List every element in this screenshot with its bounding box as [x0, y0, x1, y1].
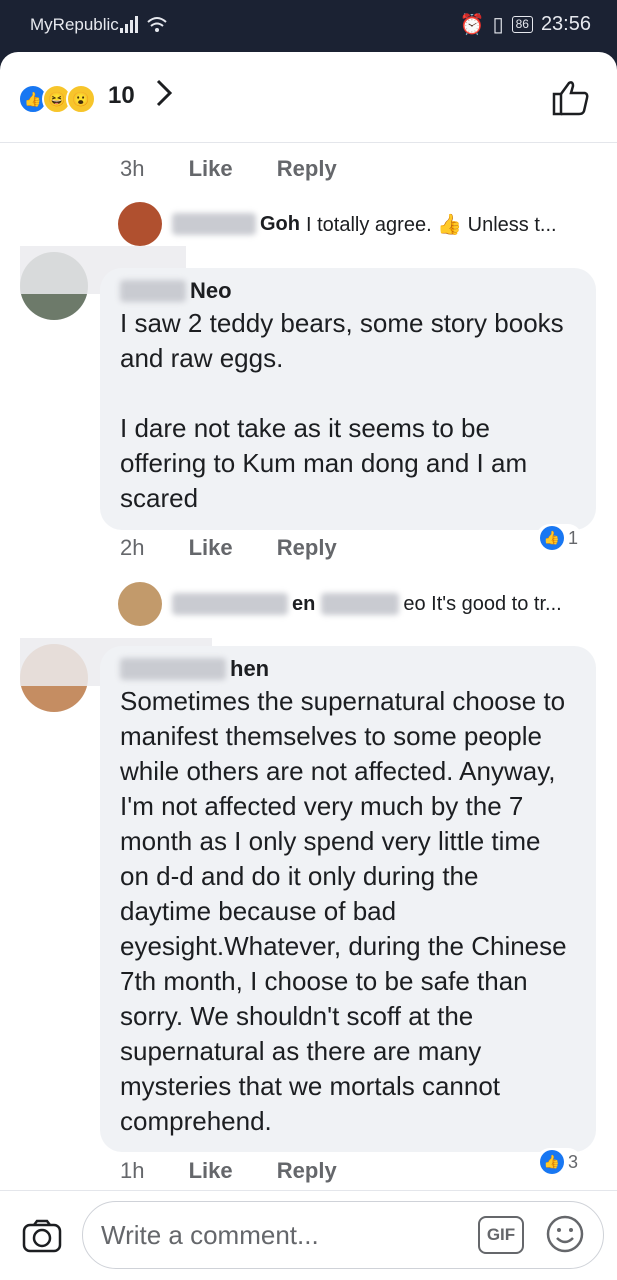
reply-snippet: eo It's good to tr...	[403, 592, 562, 615]
avatar	[118, 582, 162, 626]
reply-preview[interactable]: Goh I totally agree. 👍 Unless t...	[118, 202, 557, 246]
comment-bubble[interactable]: hen Sometimes the supernatural choose to…	[100, 646, 596, 1152]
redacted-name	[321, 593, 400, 615]
gif-button[interactable]: GIF	[478, 1216, 524, 1254]
comment-text: I saw 2 teddy bears, some story books an…	[120, 308, 564, 513]
reactions-header[interactable]: 👍 😆 😮 10	[0, 52, 617, 143]
comment-meta: 2h Like Reply	[120, 535, 375, 561]
comment-bubble[interactable]: Neo I saw 2 teddy bears, some story book…	[100, 268, 596, 530]
signal-wifi-icon	[120, 12, 170, 41]
emoji-icon[interactable]	[545, 1214, 585, 1261]
reaction-summary[interactable]: 👍 1	[536, 524, 583, 552]
reaction-summary[interactable]: 👍 3	[536, 1148, 583, 1176]
alarm-icon: ⏰	[459, 14, 485, 36]
comment-meta-top: 3h Like Reply	[120, 156, 375, 182]
reply-author: en	[292, 592, 316, 615]
status-bar: MyRepublic ⏰ ▯ 86 23:56	[0, 0, 617, 50]
reply-snippet: I totally agree. 👍 Unless t...	[306, 213, 557, 236]
comments-sheet: 👍 😆 😮 10 3h Like Reply Goh I totally agr…	[0, 52, 617, 1280]
comment-author[interactable]: Neo	[190, 278, 232, 304]
reply-button[interactable]: Reply	[277, 156, 337, 181]
comment-placeholder: Write a comment...	[101, 1219, 319, 1250]
reaction-count: 1	[568, 527, 579, 548]
reply-preview[interactable]: en eo It's good to tr...	[118, 582, 562, 626]
comment-author[interactable]: hen	[230, 656, 269, 682]
reply-button[interactable]: Reply	[277, 1158, 337, 1183]
like-icon: 👍	[540, 1150, 564, 1174]
like-icon: 👍	[540, 526, 564, 550]
redacted-name	[172, 213, 256, 235]
timestamp: 3h	[120, 156, 145, 181]
like-button[interactable]: Like	[189, 156, 233, 181]
reaction-count: 3	[568, 1151, 579, 1172]
vibrate-icon: ▯	[492, 14, 504, 36]
redacted-name	[172, 593, 288, 615]
camera-icon[interactable]	[22, 1219, 62, 1258]
timestamp: 1h	[120, 1158, 145, 1183]
like-button[interactable]: Like	[189, 535, 233, 560]
like-post-button[interactable]	[552, 80, 590, 121]
chevron-right-icon[interactable]	[155, 78, 173, 116]
like-button[interactable]: Like	[189, 1158, 233, 1183]
redacted-name	[120, 658, 226, 680]
redacted-name	[120, 280, 186, 302]
reply-button[interactable]: Reply	[277, 535, 337, 560]
reply-author: Goh	[260, 212, 300, 235]
comment-text: Sometimes the supernatural choose to man…	[120, 686, 574, 1136]
avatar	[118, 202, 162, 246]
carrier-name: MyRepublic	[30, 15, 119, 34]
timestamp: 2h	[120, 535, 145, 560]
comment-input[interactable]: Write a comment... GIF	[82, 1201, 604, 1269]
comment-composer: Write a comment... GIF	[0, 1190, 617, 1280]
wow-icon: 😮	[66, 84, 96, 114]
clock: 23:56	[540, 13, 591, 35]
battery-indicator: 86	[511, 16, 533, 33]
reactions-count[interactable]: 10	[108, 82, 135, 110]
comment-meta: 1h Like Reply	[120, 1158, 375, 1184]
